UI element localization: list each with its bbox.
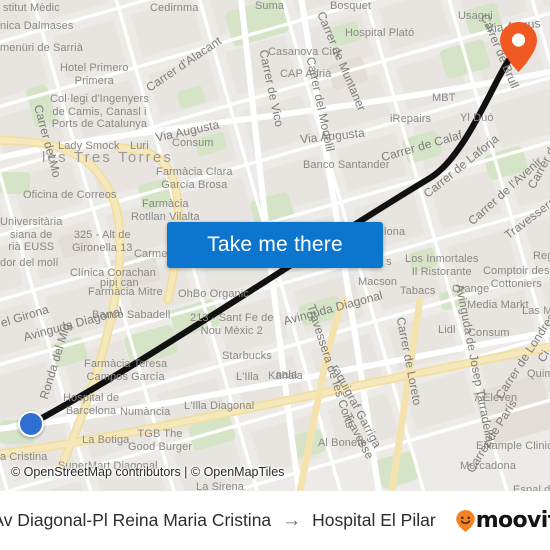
take-me-there-button[interactable]: Take me there (167, 222, 383, 268)
map-canvas[interactable]: stitut Mèdic nica Dalmases menüri de Sarri… (0, 0, 550, 491)
origin-dot-marker[interactable] (18, 411, 44, 437)
moovit-logo[interactable]: moovit (455, 507, 550, 533)
route-destination-label: Hospital El Pilar (312, 510, 436, 530)
right-arrow-icon: → (282, 510, 302, 531)
destination-pin-marker[interactable] (500, 22, 537, 72)
moovit-pin-smiley-icon (455, 509, 475, 532)
moovit-wordmark: moovit (475, 507, 550, 533)
map-attribution[interactable]: © OpenStreetMap contributors | © OpenMap… (11, 465, 284, 479)
route-origin-label: Av Diagonal-Pl Reina Maria Cristina (0, 510, 272, 530)
route-summary: Av Diagonal-Pl Reina Maria Cristina → Ho… (0, 507, 550, 533)
route-footer-bar: Av Diagonal-Pl Reina Maria Cristina → Ho… (0, 491, 550, 550)
moovit-route-screen: stitut Mèdic nica Dalmases menüri de Sarri… (0, 0, 550, 550)
